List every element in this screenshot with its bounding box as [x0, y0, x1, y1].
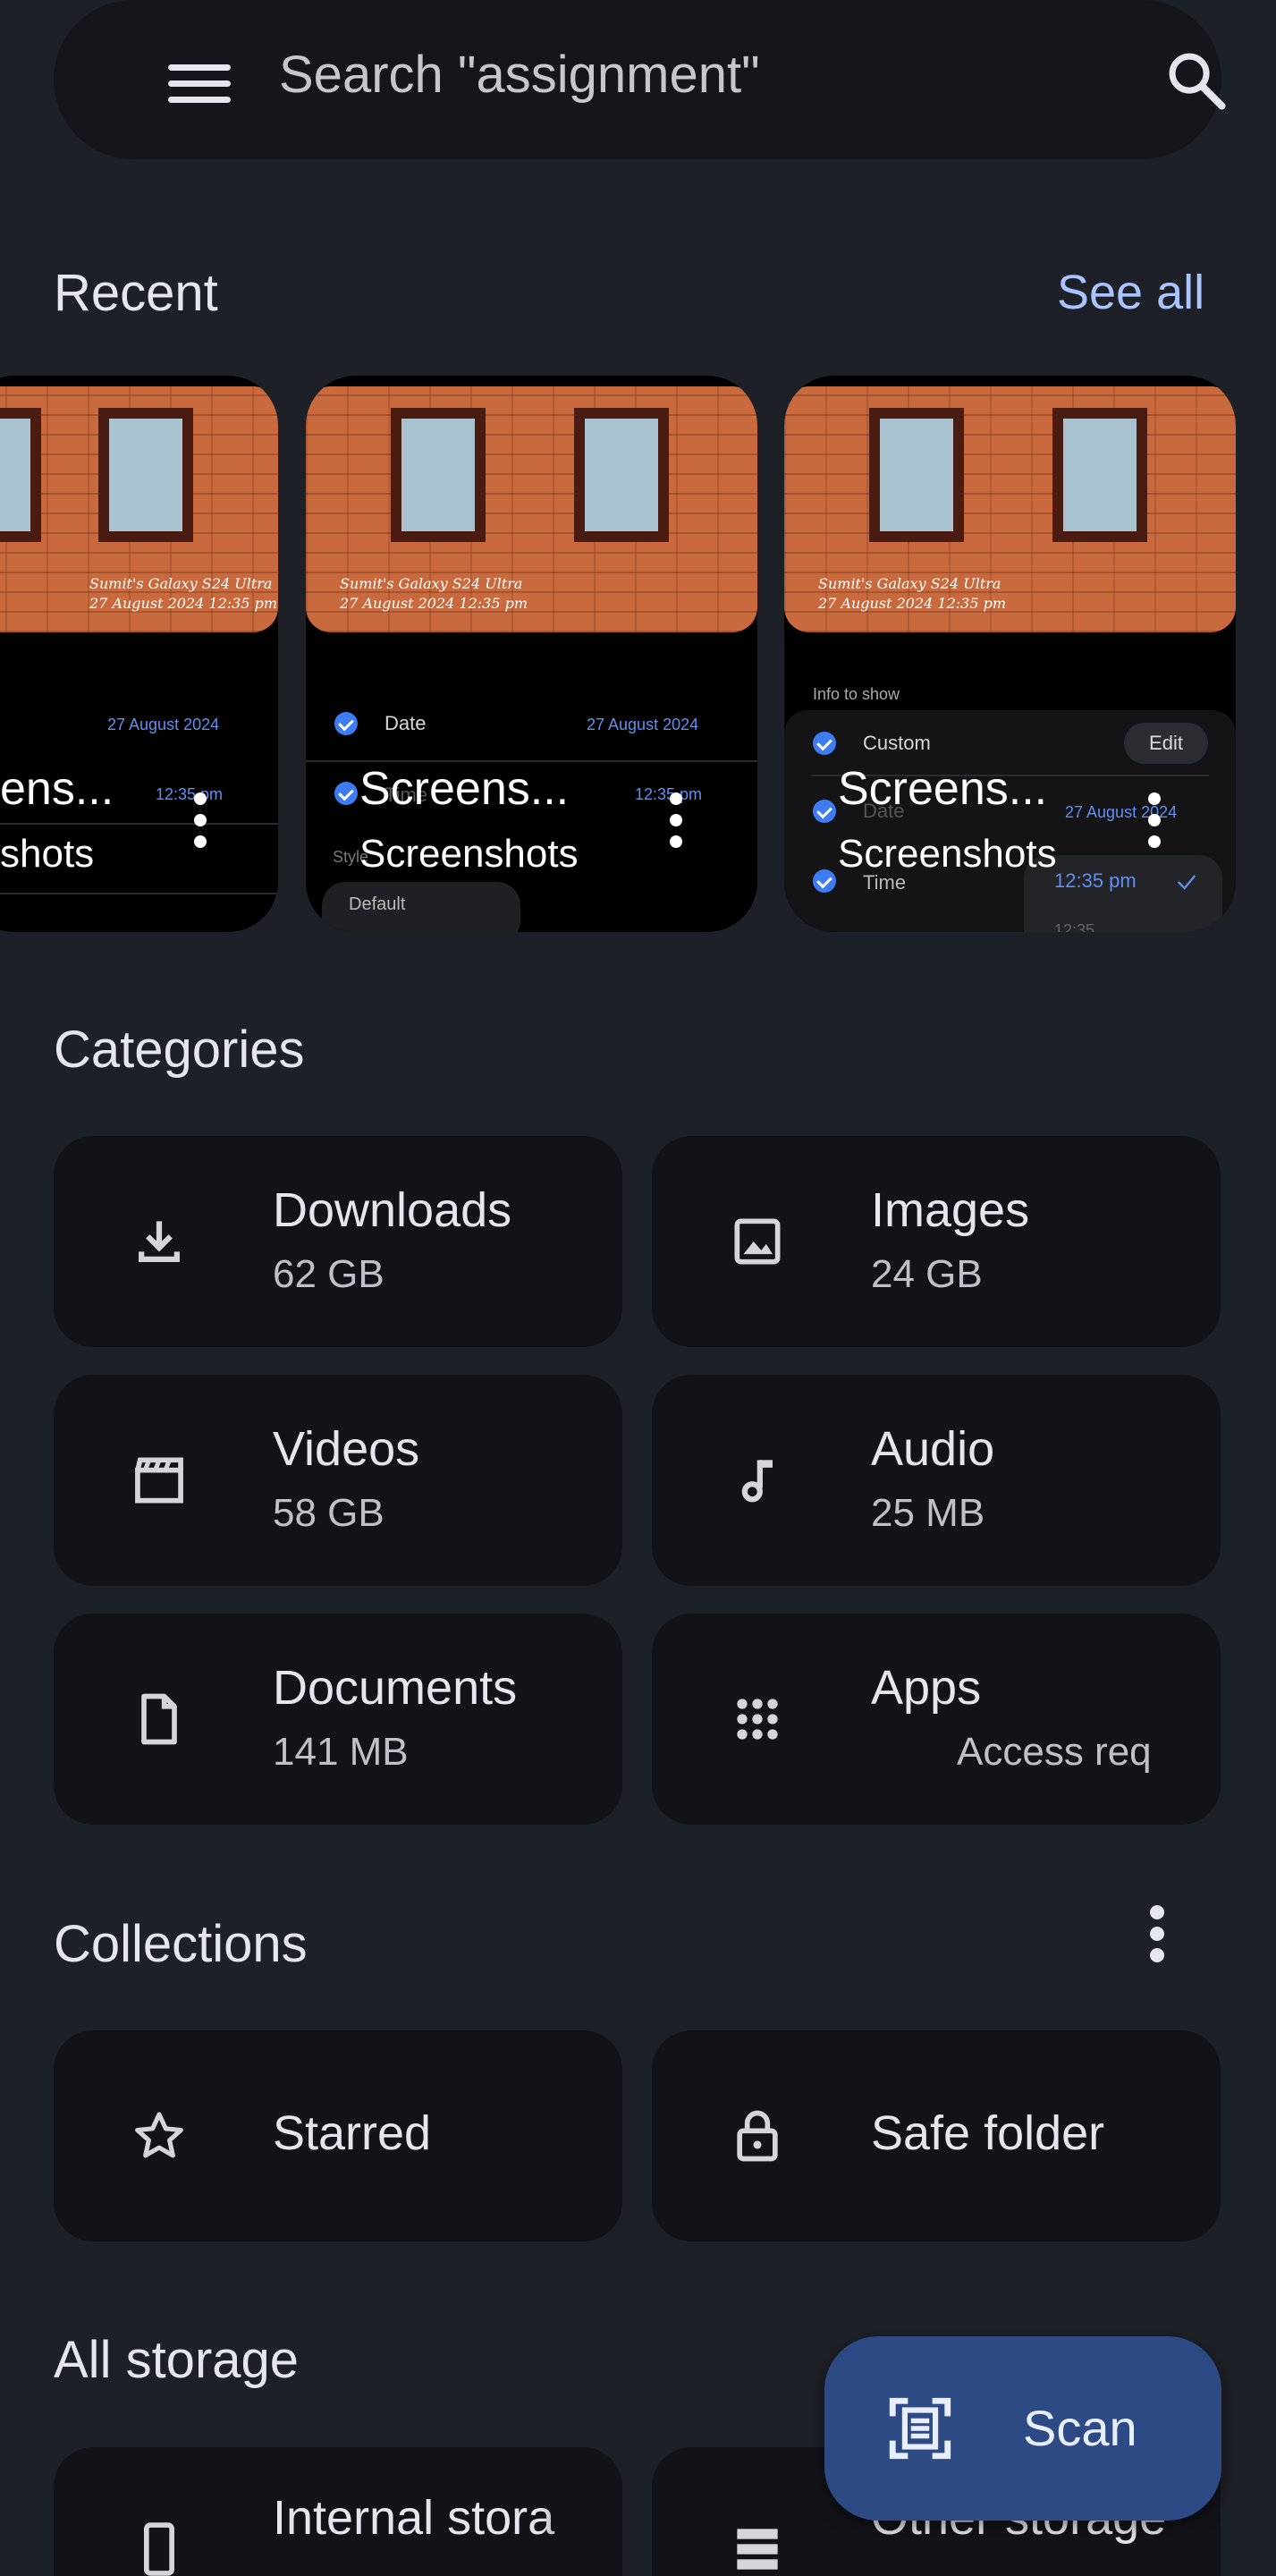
lock-icon: [737, 2110, 778, 2162]
search-input[interactable]: Search "assignment": [279, 45, 760, 105]
recent-thumbnail: Sumit's Galaxy S24 Ultra 27 August 2024 …: [0, 376, 278, 644]
category-audio[interactable]: Audio 25 MB: [652, 1375, 1221, 1586]
recent-card-title: Screens...: [359, 763, 570, 815]
music-note-icon: [741, 1460, 773, 1503]
categories-title: Categories: [54, 1021, 305, 1079]
storage-internal[interactable]: Internal stora: [54, 2447, 622, 2576]
collection-safe-folder[interactable]: Safe folder: [652, 2030, 1221, 2241]
document-scan-icon: [889, 2397, 951, 2460]
recent-card[interactable]: Sumit's Galaxy S24 Ultra 27 August 2024 …: [784, 376, 1236, 932]
category-images[interactable]: Images 24 GB: [652, 1136, 1221, 1347]
thumbnail-watermark: Sumit's Galaxy S24 Ultra 27 August 2024 …: [89, 575, 277, 612]
recent-card[interactable]: Sumit's Galaxy S24 Ultra 27 August 2024 …: [306, 376, 757, 932]
recent-card-title: Screens...: [838, 763, 1048, 815]
menu-icon[interactable]: [168, 64, 231, 104]
collections-title: Collections: [54, 1915, 308, 1973]
collection-starred[interactable]: Starred: [54, 2030, 622, 2241]
download-icon: [139, 1221, 180, 1262]
collections-more-icon[interactable]: [1150, 1905, 1164, 1962]
category-videos[interactable]: Videos 58 GB: [54, 1375, 622, 1586]
more-options-icon[interactable]: [194, 792, 207, 848]
recent-card-subtitle: Screenshots: [359, 832, 579, 876]
recent-card-title: ens...: [0, 763, 114, 815]
recent-card-subtitle: shots: [0, 832, 95, 876]
video-icon: [135, 1457, 183, 1504]
category-apps[interactable]: Apps Access req: [652, 1614, 1221, 1825]
apps-grid-icon: [737, 1699, 778, 1740]
more-options-icon[interactable]: [670, 792, 682, 848]
star-icon: [135, 2112, 183, 2158]
search-icon[interactable]: [1162, 47, 1230, 114]
image-icon: [734, 1218, 781, 1265]
recent-thumbnail: Sumit's Galaxy S24 Ultra 27 August 2024 …: [784, 376, 1236, 644]
thumbnail-watermark: Sumit's Galaxy S24 Ultra 27 August 2024 …: [340, 575, 528, 612]
scan-button[interactable]: Scan: [824, 2336, 1221, 2521]
more-options-icon[interactable]: [1148, 792, 1161, 848]
category-documents[interactable]: Documents 141 MB: [54, 1614, 622, 1825]
thumbnail-watermark: Sumit's Galaxy S24 Ultra 27 August 2024 …: [818, 575, 1006, 612]
recent-card[interactable]: Sumit's Galaxy S24 Ultra 27 August 2024 …: [0, 376, 278, 932]
recent-title: Recent: [54, 264, 218, 322]
storage-icon: [737, 2529, 778, 2570]
phone-icon: [144, 2522, 174, 2576]
check-icon: [1177, 875, 1196, 890]
see-all-link[interactable]: See all: [1057, 265, 1204, 320]
recent-thumbnail: Sumit's Galaxy S24 Ultra 27 August 2024 …: [306, 376, 757, 644]
search-bar[interactable]: Search "assignment": [54, 0, 1226, 159]
all-storage-title: All storage: [54, 2331, 300, 2389]
document-icon: [141, 1693, 177, 1745]
category-downloads[interactable]: Downloads 62 GB: [54, 1136, 622, 1347]
recent-card-subtitle: Screenshots: [838, 832, 1057, 876]
